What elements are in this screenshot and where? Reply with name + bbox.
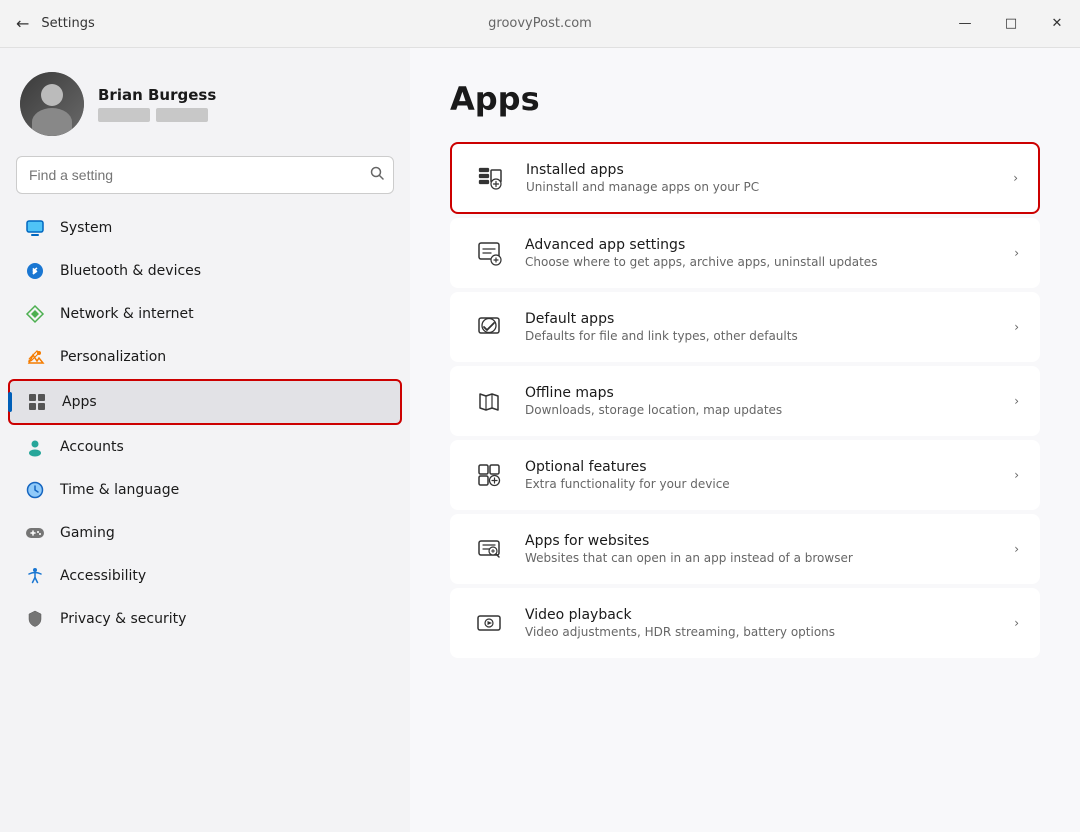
search-input[interactable] [16,156,394,194]
advanced-app-desc: Choose where to get apps, archive apps, … [525,255,996,269]
settings-item-default-apps[interactable]: Default apps Defaults for file and link … [450,292,1040,362]
back-button[interactable]: ← [16,14,29,33]
maximize-button[interactable]: □ [988,0,1034,48]
sidebar-item-accounts[interactable]: Accounts [8,426,402,468]
avatar-image [20,72,84,136]
accounts-icon [24,436,46,458]
close-button[interactable]: ✕ [1034,0,1080,48]
apps-websites-icon [471,531,507,567]
offline-maps-text: Offline maps Downloads, storage location… [525,385,996,417]
profile-detail-block-2 [156,108,208,122]
sidebar-item-bluetooth-label: Bluetooth & devices [60,263,201,279]
sidebar-item-system-label: System [60,220,112,236]
sidebar-item-time-label: Time & language [60,482,179,498]
app-title: Settings [41,16,94,31]
apps-websites-text: Apps for websites Websites that can open… [525,533,996,565]
default-apps-chevron: › [1014,320,1019,334]
installed-apps-title: Installed apps [526,162,995,178]
search-icon [370,166,384,184]
offline-maps-desc: Downloads, storage location, map updates [525,403,996,417]
installed-apps-icon [472,160,508,196]
search-bar [16,156,394,194]
sidebar-item-system[interactable]: System [8,207,402,249]
advanced-app-title: Advanced app settings [525,237,996,253]
advanced-app-icon [471,235,507,271]
offline-maps-icon [471,383,507,419]
window-controls: — □ ✕ [942,0,1080,47]
gaming-icon [24,522,46,544]
sidebar-item-personalization[interactable]: Personalization [8,336,402,378]
sidebar-item-privacy[interactable]: Privacy & security [8,598,402,640]
sidebar-item-gaming[interactable]: Gaming [8,512,402,554]
sidebar-item-apps-label: Apps [62,394,97,410]
settings-item-offline-maps[interactable]: Offline maps Downloads, storage location… [450,366,1040,436]
sidebar-item-accessibility[interactable]: Accessibility [8,555,402,597]
offline-maps-chevron: › [1014,394,1019,408]
sidebar-item-time[interactable]: Time & language [8,469,402,511]
advanced-app-text: Advanced app settings Choose where to ge… [525,237,996,269]
settings-item-optional-features[interactable]: Optional features Extra functionality fo… [450,440,1040,510]
settings-item-installed-apps[interactable]: Installed apps Uninstall and manage apps… [450,142,1040,214]
avatar [20,72,84,136]
profile-detail [98,108,216,122]
accessibility-icon [24,565,46,587]
bluetooth-icon [24,260,46,282]
sidebar-item-gaming-label: Gaming [60,525,115,541]
sidebar-item-accessibility-label: Accessibility [60,568,146,584]
optional-features-desc: Extra functionality for your device [525,477,996,491]
installed-apps-chevron: › [1013,171,1018,185]
apps-icon [26,391,48,413]
profile-section[interactable]: Brian Burgess [0,48,410,152]
video-playback-text: Video playback Video adjustments, HDR st… [525,607,996,639]
sidebar-item-network-label: Network & internet [60,306,194,322]
video-playback-title: Video playback [525,607,996,623]
video-playback-chevron: › [1014,616,1019,630]
sidebar: Brian Burgess [0,48,410,832]
optional-features-icon [471,457,507,493]
network-icon [24,303,46,325]
optional-features-title: Optional features [525,459,996,475]
optional-features-text: Optional features Extra functionality fo… [525,459,996,491]
apps-websites-desc: Websites that can open in an app instead… [525,551,996,565]
app-body: Brian Burgess [0,48,1080,832]
offline-maps-title: Offline maps [525,385,996,401]
default-apps-icon [471,309,507,345]
apps-websites-title: Apps for websites [525,533,996,549]
profile-name: Brian Burgess [98,86,216,104]
time-icon [24,479,46,501]
settings-item-apps-websites[interactable]: Apps for websites Websites that can open… [450,514,1040,584]
settings-item-advanced-app[interactable]: Advanced app settings Choose where to ge… [450,218,1040,288]
main-content: Apps Installed apps Uninstall an [410,48,1080,832]
apps-websites-chevron: › [1014,542,1019,556]
profile-info: Brian Burgess [98,86,216,122]
default-apps-desc: Defaults for file and link types, other … [525,329,996,343]
video-playback-desc: Video adjustments, HDR streaming, batter… [525,625,996,639]
sidebar-item-bluetooth[interactable]: Bluetooth & devices [8,250,402,292]
sidebar-item-accounts-label: Accounts [60,439,124,455]
installed-apps-text: Installed apps Uninstall and manage apps… [526,162,995,194]
default-apps-text: Default apps Defaults for file and link … [525,311,996,343]
advanced-app-chevron: › [1014,246,1019,260]
minimize-button[interactable]: — [942,0,988,48]
default-apps-title: Default apps [525,311,996,327]
installed-apps-desc: Uninstall and manage apps on your PC [526,180,995,194]
sidebar-item-personalization-label: Personalization [60,349,166,365]
profile-detail-block-1 [98,108,150,122]
settings-item-video-playback[interactable]: Video playback Video adjustments, HDR st… [450,588,1040,658]
privacy-icon [24,608,46,630]
sidebar-item-network[interactable]: Network & internet [8,293,402,335]
personalization-icon [24,346,46,368]
sidebar-item-privacy-label: Privacy & security [60,611,186,627]
system-icon [24,217,46,239]
settings-list: Installed apps Uninstall and manage apps… [450,142,1040,658]
titlebar: ← Settings groovyPost.com — □ ✕ [0,0,1080,48]
optional-features-chevron: › [1014,468,1019,482]
nav-menu: System Bluetooth & devices [0,206,410,641]
video-playback-icon [471,605,507,641]
sidebar-item-apps[interactable]: Apps [8,379,402,425]
watermark: groovyPost.com [488,16,592,31]
page-title: Apps [450,80,1040,118]
active-indicator [8,392,12,412]
